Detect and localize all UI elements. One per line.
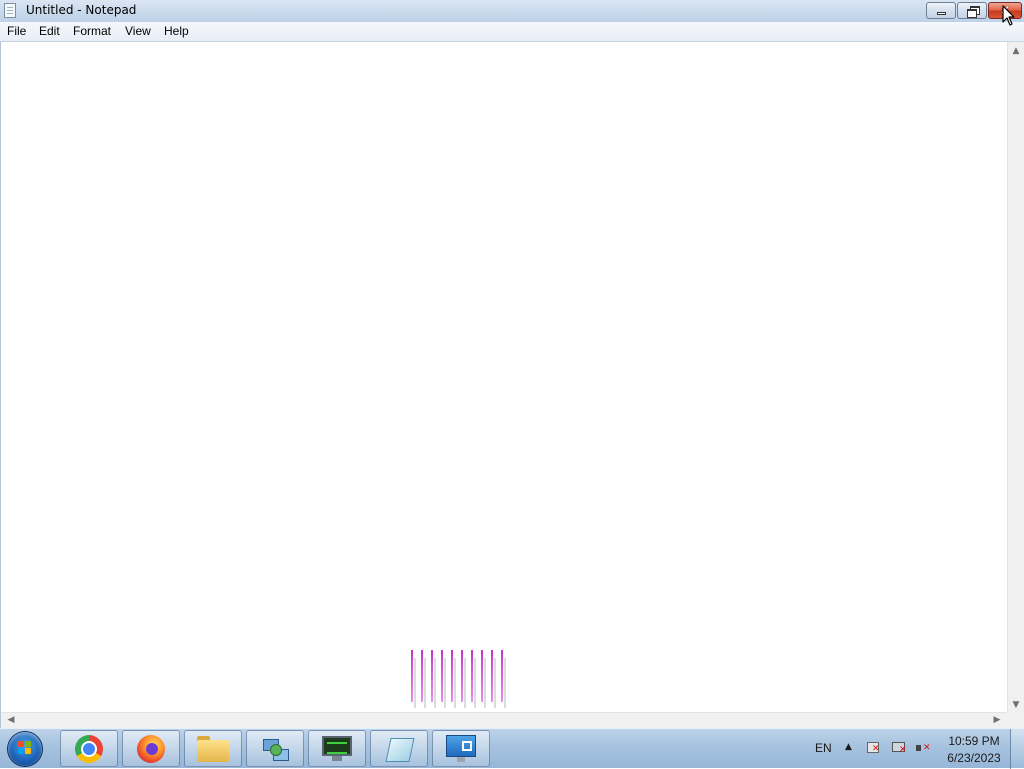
- artifact-line: [411, 650, 416, 708]
- title-bar: Untitled - Notepad ✕: [0, 0, 1024, 22]
- clock-date[interactable]: 6/23/2023: [943, 751, 1005, 765]
- artifact-line: [481, 650, 486, 708]
- taskbar: EN ▲ 10:59 PM 6/23/2023: [0, 728, 1024, 769]
- restore-button[interactable]: [957, 2, 987, 19]
- chrome-icon: [75, 734, 103, 763]
- menu-edit[interactable]: Edit: [37, 24, 62, 38]
- size-grip: [1007, 712, 1024, 728]
- artifact-line: [431, 650, 436, 708]
- artifact-line: [441, 650, 446, 708]
- artifact-line: [451, 650, 456, 708]
- menu-help[interactable]: Help: [162, 24, 191, 38]
- start-button[interactable]: [5, 730, 47, 768]
- minimize-button[interactable]: [926, 2, 956, 19]
- volume-muted-icon[interactable]: [916, 742, 931, 754]
- horizontal-scrollbar[interactable]: ◀ ▶: [1, 712, 1007, 729]
- artifact-line: [461, 650, 466, 708]
- editor-area: ▲ ▼ ◀ ▶: [0, 42, 1024, 729]
- vertical-scrollbar[interactable]: ▲ ▼: [1007, 42, 1024, 712]
- menu-file[interactable]: File: [5, 24, 28, 38]
- taskbar-network[interactable]: [246, 730, 304, 767]
- artifact-line: [421, 650, 426, 708]
- taskbar-chrome[interactable]: [60, 730, 118, 767]
- minimize-icon: [937, 12, 946, 15]
- notepad-icon: [385, 735, 415, 763]
- system-monitor-icon: [322, 735, 352, 762]
- file-explorer-icon: [197, 735, 229, 762]
- windows-orb-icon: [8, 732, 42, 766]
- scroll-right-arrow-icon[interactable]: ▶: [989, 715, 1005, 725]
- taskbar-control-panel[interactable]: [432, 730, 490, 767]
- notepad-app-icon: [4, 3, 16, 18]
- menu-view[interactable]: View: [123, 24, 153, 38]
- scroll-left-arrow-icon[interactable]: ◀: [3, 715, 19, 725]
- loading-artifact: [409, 650, 509, 710]
- clock-time[interactable]: 10:59 PM: [946, 734, 1002, 748]
- taskbar-firefox[interactable]: [122, 730, 180, 767]
- action-center-flag-icon[interactable]: [866, 742, 880, 754]
- scroll-up-arrow-icon[interactable]: ▲: [1008, 46, 1024, 56]
- network-icon: [261, 735, 289, 763]
- network-disconnected-icon[interactable]: [892, 742, 907, 755]
- artifact-line: [471, 650, 476, 708]
- scroll-down-arrow-icon[interactable]: ▼: [1008, 700, 1024, 710]
- menu-bar: File Edit Format View Help: [0, 22, 1024, 42]
- mouse-cursor-icon: [1002, 5, 1015, 26]
- restore-icon: [967, 6, 980, 18]
- menu-format[interactable]: Format: [71, 24, 113, 38]
- artifact-line: [501, 650, 506, 708]
- taskbar-file-explorer[interactable]: [184, 730, 242, 767]
- control-panel-icon: [446, 734, 476, 763]
- taskbar-system-monitor[interactable]: [308, 730, 366, 767]
- taskbar-notepad[interactable]: [370, 730, 428, 767]
- show-desktop-button[interactable]: [1010, 729, 1024, 769]
- window-title: Untitled - Notepad: [26, 3, 137, 17]
- text-editor[interactable]: [3, 44, 1007, 714]
- artifact-line: [491, 650, 496, 708]
- firefox-icon: [137, 734, 165, 763]
- show-hidden-icons-icon[interactable]: ▲: [845, 742, 852, 752]
- language-indicator[interactable]: EN: [815, 741, 832, 755]
